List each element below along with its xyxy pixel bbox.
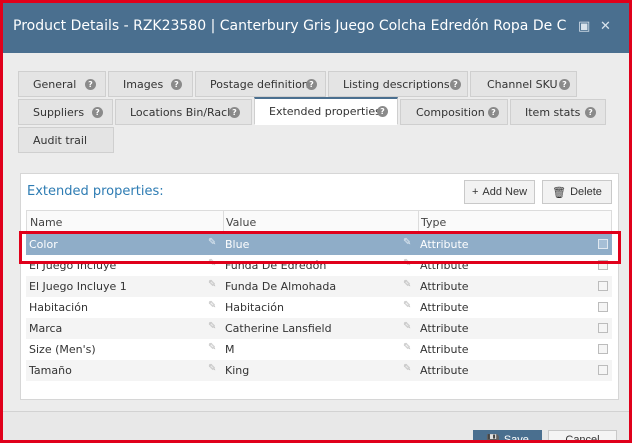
help-icon: ? <box>92 107 103 118</box>
edit-icon[interactable]: ✎ <box>403 279 411 290</box>
edit-icon[interactable]: ✎ <box>403 300 411 311</box>
tab-item-stats[interactable]: Item stats ? <box>510 99 606 125</box>
tab-locations-bin-rack[interactable]: Locations Bin/Rack ? <box>115 99 252 125</box>
column-header-name[interactable]: Name <box>30 216 62 229</box>
table-row[interactable]: Tamaño ✎ King ✎ Attribute <box>26 360 612 381</box>
edit-icon[interactable]: ✎ <box>208 300 216 311</box>
help-icon: ? <box>85 79 96 90</box>
title-bar: Product Details - RZK23580 | Canterbury … <box>3 3 629 53</box>
dropdown-icon[interactable] <box>598 344 608 354</box>
table-row[interactable]: El Juego Incluye 1 ✎ Funda De Almohada ✎… <box>26 276 612 297</box>
edit-icon[interactable]: ✎ <box>208 342 216 353</box>
tab-channel-sku[interactable]: Channel SKU ? <box>470 71 577 97</box>
tab-listing-descriptions[interactable]: Listing descriptions ? <box>328 71 468 97</box>
tab-general[interactable]: General ? <box>18 71 106 97</box>
dialog-footer: 💾 Save Cancel <box>3 411 629 443</box>
tab-suppliers[interactable]: Suppliers ? <box>18 99 113 125</box>
close-icon[interactable]: ✕ <box>600 19 611 34</box>
edit-icon[interactable]: ✎ <box>403 342 411 353</box>
help-icon: ? <box>450 79 461 90</box>
help-icon: ? <box>171 79 182 90</box>
help-icon: ? <box>559 79 570 90</box>
save-icon: 💾 <box>486 434 500 443</box>
maximize-icon[interactable]: ▣ <box>578 19 590 34</box>
tab-composition[interactable]: Composition ? <box>400 99 508 125</box>
edit-icon[interactable]: ✎ <box>403 363 411 374</box>
selected-row-highlight <box>19 231 621 264</box>
help-icon: ? <box>488 107 499 118</box>
panel-title: Extended properties: <box>27 184 164 199</box>
dropdown-icon[interactable] <box>598 323 608 333</box>
tab-images[interactable]: Images ? <box>108 71 193 97</box>
help-icon: ? <box>585 107 596 118</box>
cancel-button[interactable]: Cancel <box>548 430 617 440</box>
edit-icon[interactable]: ✎ <box>208 279 216 290</box>
column-header-value[interactable]: Value <box>226 216 256 229</box>
tab-extended-properties[interactable]: Extended properties ? <box>254 97 398 125</box>
product-details-window: Product Details - RZK23580 | Canterbury … <box>0 0 632 443</box>
delete-button[interactable]: 🗑 Delete <box>542 180 612 204</box>
help-icon: ? <box>306 79 317 90</box>
trash-icon: 🗑 <box>552 186 567 199</box>
grid-header: Name Value Type <box>26 210 612 233</box>
dropdown-icon[interactable] <box>598 302 608 312</box>
table-row[interactable]: Size (Men's) ✎ M ✎ Attribute <box>26 339 612 360</box>
column-divider <box>223 211 224 233</box>
table-row[interactable]: Marca ✎ Catherine Lansfield ✎ Attribute <box>26 318 612 339</box>
edit-icon[interactable]: ✎ <box>208 321 216 332</box>
add-new-button[interactable]: + Add New <box>464 180 535 204</box>
extended-properties-panel: Extended properties: + Add New 🗑 Delete … <box>20 173 619 400</box>
window-title: Product Details - RZK23580 | Canterbury … <box>13 18 568 34</box>
column-divider <box>418 211 419 233</box>
dropdown-icon[interactable] <box>598 281 608 291</box>
tab-postage-definition[interactable]: Postage definition ? <box>195 71 326 97</box>
tab-audit-trail[interactable]: Audit trail <box>18 127 114 153</box>
save-button[interactable]: 💾 Save <box>473 430 542 443</box>
column-header-type[interactable]: Type <box>421 216 446 229</box>
edit-icon[interactable]: ✎ <box>403 321 411 332</box>
plus-icon: + <box>471 186 479 198</box>
dropdown-icon[interactable] <box>598 365 608 375</box>
help-icon: ? <box>229 107 240 118</box>
edit-icon[interactable]: ✎ <box>208 363 216 374</box>
table-row[interactable]: Habitación ✎ Habitación ✎ Attribute <box>26 297 612 318</box>
help-icon: ? <box>377 106 388 117</box>
